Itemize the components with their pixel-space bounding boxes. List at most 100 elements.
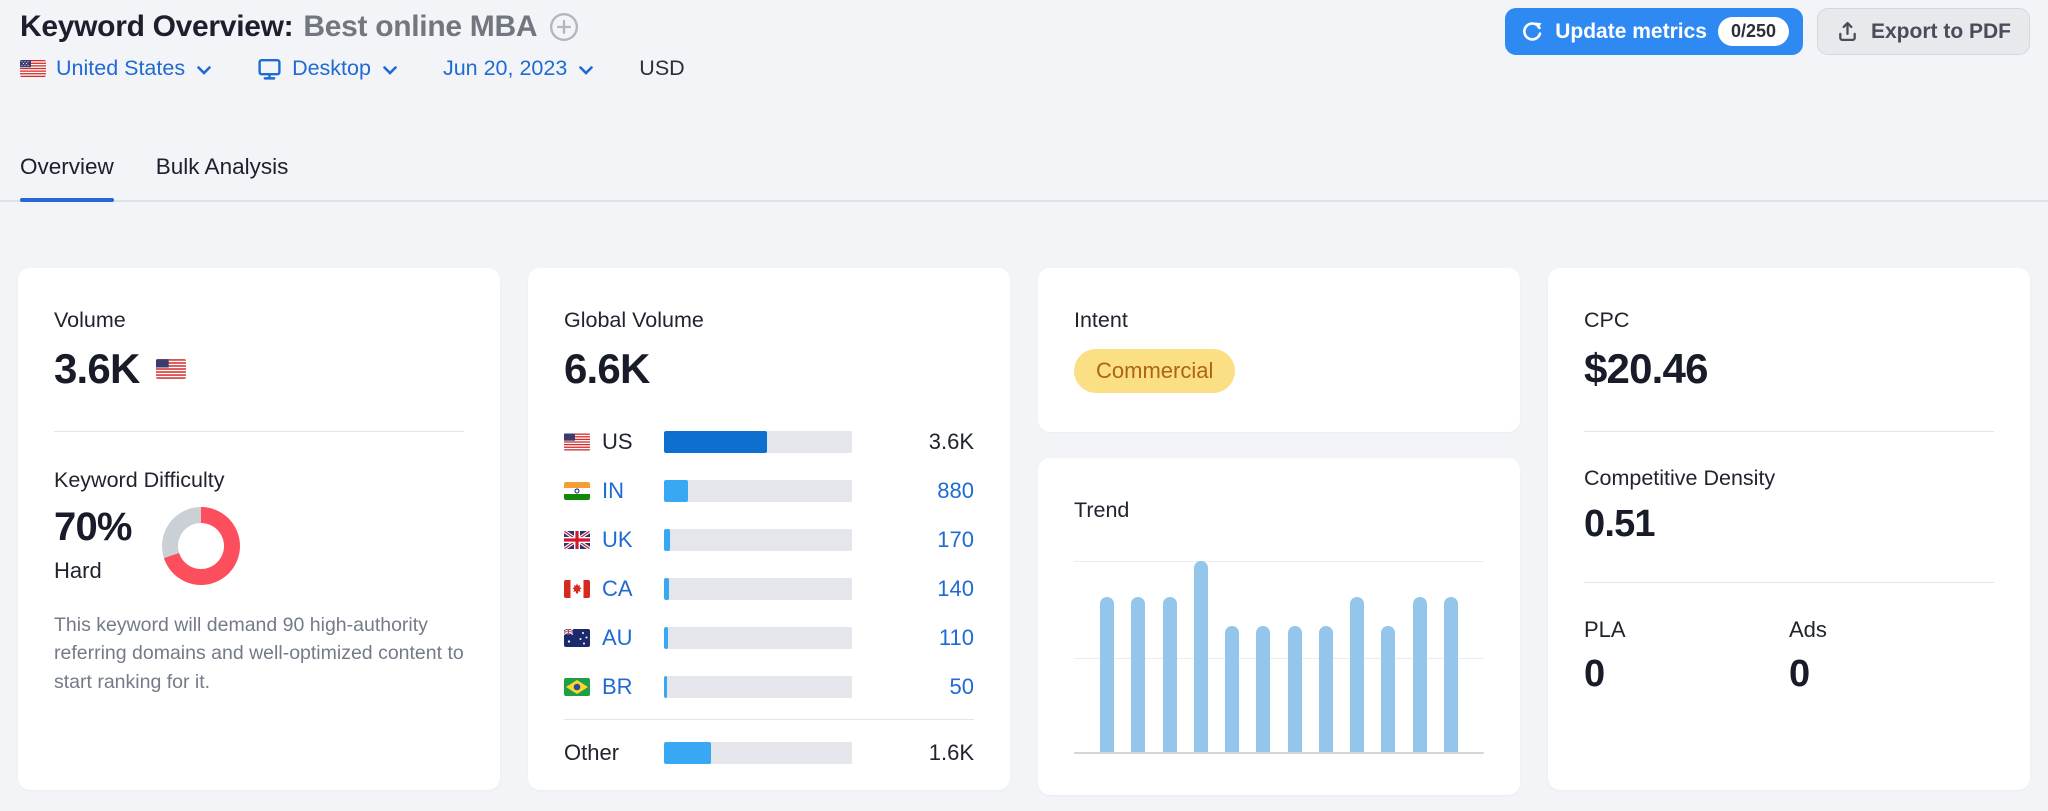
intent-label: Intent [1074,308,1484,333]
intent-badge: Commercial [1074,349,1235,393]
country-code-link[interactable]: CA [602,576,664,602]
add-keyword-button[interactable] [549,12,579,42]
keyword-difficulty-label: Keyword Difficulty [54,468,464,493]
tab-bar: Overview Bulk Analysis [0,150,2048,202]
volume-label: Volume [54,308,464,333]
country-volume-link[interactable]: 50 [852,674,974,700]
country-volume-bar [664,676,852,698]
country-volume-bar [664,742,852,764]
difficulty-donut [162,507,240,585]
country-filter-dropdown[interactable]: United States [20,56,211,81]
country-volume-link[interactable]: 140 [852,576,974,602]
country-row-in: IN 880 [564,466,974,515]
export-pdf-label: Export to PDF [1871,20,2011,44]
trend-bar [1225,626,1239,752]
card-divider [564,719,974,720]
device-filter-dropdown[interactable]: Desktop [257,56,397,81]
desktop-monitor-icon [257,57,282,81]
update-counter-badge: 0/250 [1718,17,1789,46]
country-volume-bar [664,480,852,502]
pla-block: PLA 0 [1584,617,1789,696]
card-divider [54,431,464,432]
chevron-down-icon [197,66,211,75]
global-volume-label: Global Volume [564,308,974,333]
au-flag-icon [564,629,590,647]
trend-bar [1131,597,1145,752]
tab-bulk-analysis[interactable]: Bulk Analysis [156,150,289,200]
trend-bar [1256,626,1270,752]
country-volume-bar [664,578,852,600]
trend-bar [1100,597,1114,752]
country-code: US [602,429,664,455]
volume-value: 3.6K [54,345,140,393]
export-pdf-button[interactable]: Export to PDF [1817,8,2030,55]
keyword-difficulty-value: 70% [54,505,132,550]
intent-card: Intent Commercial [1038,268,1520,432]
ads-block: Ads 0 [1789,617,1994,696]
country-row-uk: UK 170 [564,515,974,564]
currency-label: USD [639,56,684,81]
plus-circle-icon [549,12,579,42]
device-filter-value: Desktop [292,56,371,81]
country-code-link[interactable]: BR [602,674,664,700]
country-volume-link[interactable]: 170 [852,527,974,553]
update-metrics-button[interactable]: Update metrics 0/250 [1505,8,1803,55]
country-code-link[interactable]: IN [602,478,664,504]
country-row-other: Other 1.6K [564,728,974,777]
filter-bar: United States Desktop Jun 20, 2023 USD [20,56,685,81]
export-icon [1836,20,1859,43]
trend-bar [1413,597,1427,752]
card-divider [1584,582,1994,583]
country-row-br: BR 50 [564,662,974,711]
header-actions: Update metrics 0/250 Export to PDF [1505,8,2030,55]
country-volume-bar [664,627,852,649]
us-flag-icon [156,359,186,379]
chevron-down-icon [579,66,593,75]
date-filter-value: Jun 20, 2023 [443,56,567,81]
country-code-link[interactable]: UK [602,527,664,553]
cpc-value: $20.46 [1584,345,1708,393]
trend-bar [1288,626,1302,752]
us-flag-icon [20,60,46,77]
pla-value: 0 [1584,653,1789,696]
country-row-ca: CA 140 [564,564,974,613]
competitive-density-value: 0.51 [1584,503,1994,546]
ca-flag-icon [564,580,590,598]
trend-chart-bars [1100,561,1458,752]
country-code-link[interactable]: AU [602,625,664,651]
keyword-difficulty-description: This keyword will demand 90 high-authori… [54,611,464,696]
volume-difficulty-card: Volume 3.6K K [18,268,500,790]
country-volume-bar [664,431,852,453]
date-filter-dropdown[interactable]: Jun 20, 2023 [443,56,593,81]
trend-card: Trend [1038,458,1520,795]
country-volume-value: 3.6K [852,429,974,455]
refresh-icon [1521,20,1544,43]
in-flag-icon [564,482,590,500]
ads-label: Ads [1789,617,1994,643]
trend-label: Trend [1074,498,1484,523]
page-keyword: Best online MBA [303,10,537,44]
update-metrics-label: Update metrics [1555,20,1707,44]
tab-overview[interactable]: Overview [20,150,114,200]
trend-bar [1381,626,1395,752]
country-filter-value: United States [56,56,185,81]
uk-flag-icon [564,531,590,549]
country-volume-list: US 3.6K IN 880 UK [564,417,974,777]
country-volume-link[interactable]: 110 [852,625,974,651]
country-volume-bar [664,529,852,551]
country-volume-link[interactable]: 880 [852,478,974,504]
cpc-card: CPC $20.46 Competitive Density 0.51 PLA … [1548,268,2030,790]
global-volume-value: 6.6K [564,345,650,393]
chart-baseline [1074,752,1484,754]
br-flag-icon [564,678,590,696]
cpc-label: CPC [1584,308,1994,333]
page-title: Keyword Overview: [20,10,293,44]
trend-bar [1163,597,1177,752]
other-label: Other [564,740,664,766]
trend-chart [1074,561,1484,754]
trend-bar [1194,561,1208,752]
ads-value: 0 [1789,653,1994,696]
pla-label: PLA [1584,617,1789,643]
trend-bar [1350,597,1364,752]
global-volume-card: Global Volume 6.6K US 3.6K IN [528,268,1010,790]
